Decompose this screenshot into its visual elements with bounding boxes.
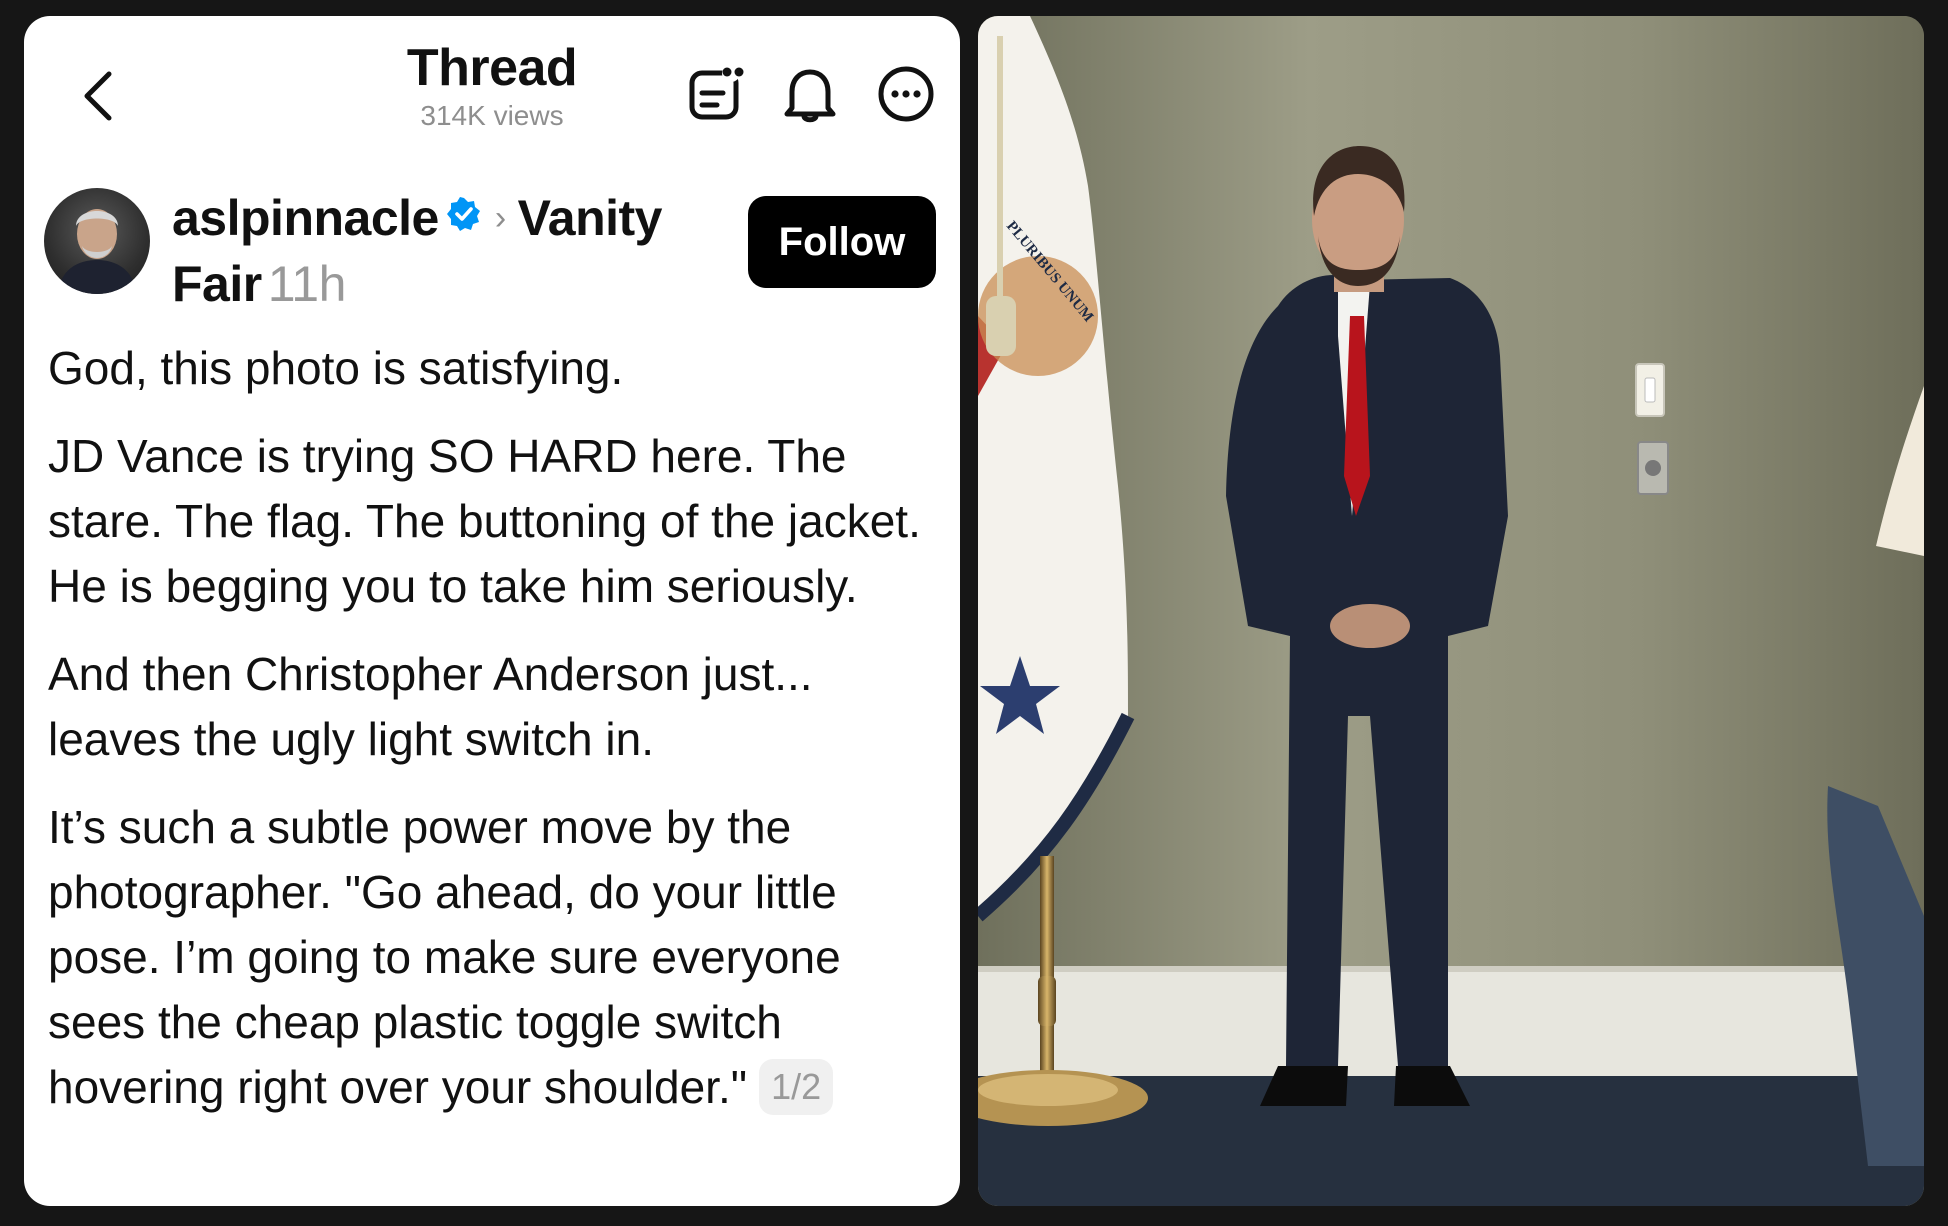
post-body: God, this photo is satisfying. JD Vance … — [48, 336, 948, 1143]
avatar[interactable] — [44, 188, 150, 294]
summary-icon — [689, 64, 744, 120]
thread-card: Thread 314K views aslpinnacle › Vanity F… — [24, 16, 960, 1206]
chevron-right-icon: › — [494, 199, 506, 237]
photo-illustration: PLURIBUS UNUM — [978, 16, 1924, 1206]
notifications-button[interactable] — [774, 58, 846, 130]
follow-button[interactable]: Follow — [748, 196, 936, 288]
verified-badge-icon — [446, 184, 481, 231]
thread-summary-button[interactable] — [682, 58, 754, 130]
bell-icon — [784, 69, 836, 123]
post-time: 11h — [267, 256, 347, 312]
more-options-button[interactable] — [870, 58, 942, 130]
username[interactable]: aslpinnacle — [172, 190, 439, 246]
post-paragraph: God, this photo is satisfying. — [48, 342, 624, 394]
post-paragraph: It’s such a subtle power move by the pho… — [48, 795, 948, 1120]
page-indicator[interactable]: 1/2 — [759, 1059, 834, 1115]
avatar-portrait — [58, 209, 136, 294]
post-paragraph-text: It’s such a subtle power move by the pho… — [48, 801, 841, 1113]
flag-pole — [1040, 856, 1054, 1086]
more-icon — [878, 66, 934, 122]
baseboard — [978, 966, 1924, 1076]
post-photo[interactable]: PLURIBUS UNUM — [978, 16, 1924, 1206]
post-byline: aslpinnacle › Vanity Fair 11h — [172, 184, 732, 314]
post-paragraph: JD Vance is trying SO HARD here. The sta… — [48, 430, 921, 612]
post-paragraph: And then Christopher Anderson just... le… — [48, 648, 813, 765]
